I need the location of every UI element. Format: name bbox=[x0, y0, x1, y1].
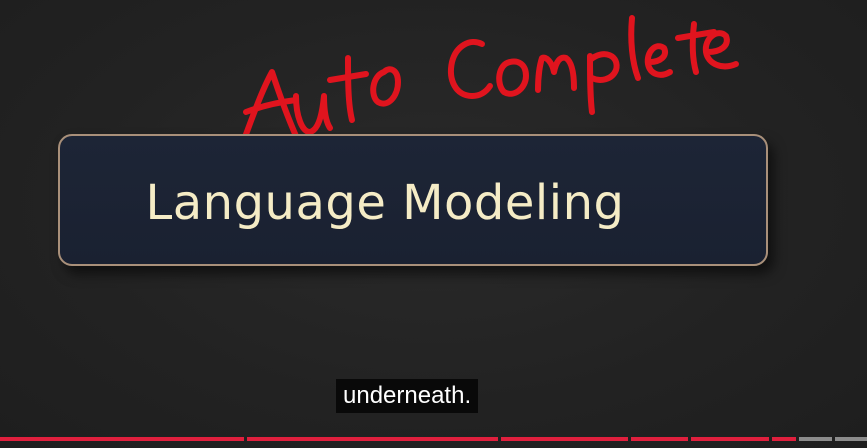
annotation-letter-o bbox=[370, 66, 401, 107]
annotation-letter-o2 bbox=[496, 58, 529, 97]
annotation-letter-t2 bbox=[689, 21, 699, 75]
caption-text: underneath. bbox=[343, 382, 472, 409]
video-progress-bar[interactable] bbox=[0, 437, 867, 441]
subtitle-caption: underneath. bbox=[336, 379, 479, 413]
chapter-segment-8[interactable] bbox=[835, 437, 867, 441]
annotation-letter-e2 bbox=[702, 30, 739, 70]
slide-title: Language Modeling bbox=[145, 175, 625, 231]
annotation-letter-t-bar bbox=[327, 71, 369, 83]
annotation-letter-m bbox=[535, 54, 577, 93]
annotation-letter-c bbox=[448, 39, 493, 99]
annotation-letter-e bbox=[644, 43, 673, 78]
annotation-letter-p-bowl bbox=[587, 51, 620, 83]
annotation-letter-p bbox=[587, 53, 595, 115]
annotation-letter-u bbox=[293, 93, 333, 135]
title-card: Language Modeling bbox=[58, 134, 768, 266]
chapter-segment-2[interactable] bbox=[247, 437, 498, 441]
chapter-segment-5[interactable] bbox=[691, 437, 769, 441]
video-frame[interactable]: Language Modeling underneath. bbox=[0, 0, 867, 448]
annotation-letter-l bbox=[628, 15, 641, 81]
chapter-segment-6[interactable] bbox=[772, 437, 796, 441]
chapter-segment-4[interactable] bbox=[631, 437, 688, 441]
chapter-segment-3[interactable] bbox=[501, 437, 628, 441]
annotation-letter-t bbox=[345, 55, 355, 123]
chapter-segment-1[interactable] bbox=[0, 437, 244, 441]
chapter-segment-7[interactable] bbox=[799, 437, 832, 441]
